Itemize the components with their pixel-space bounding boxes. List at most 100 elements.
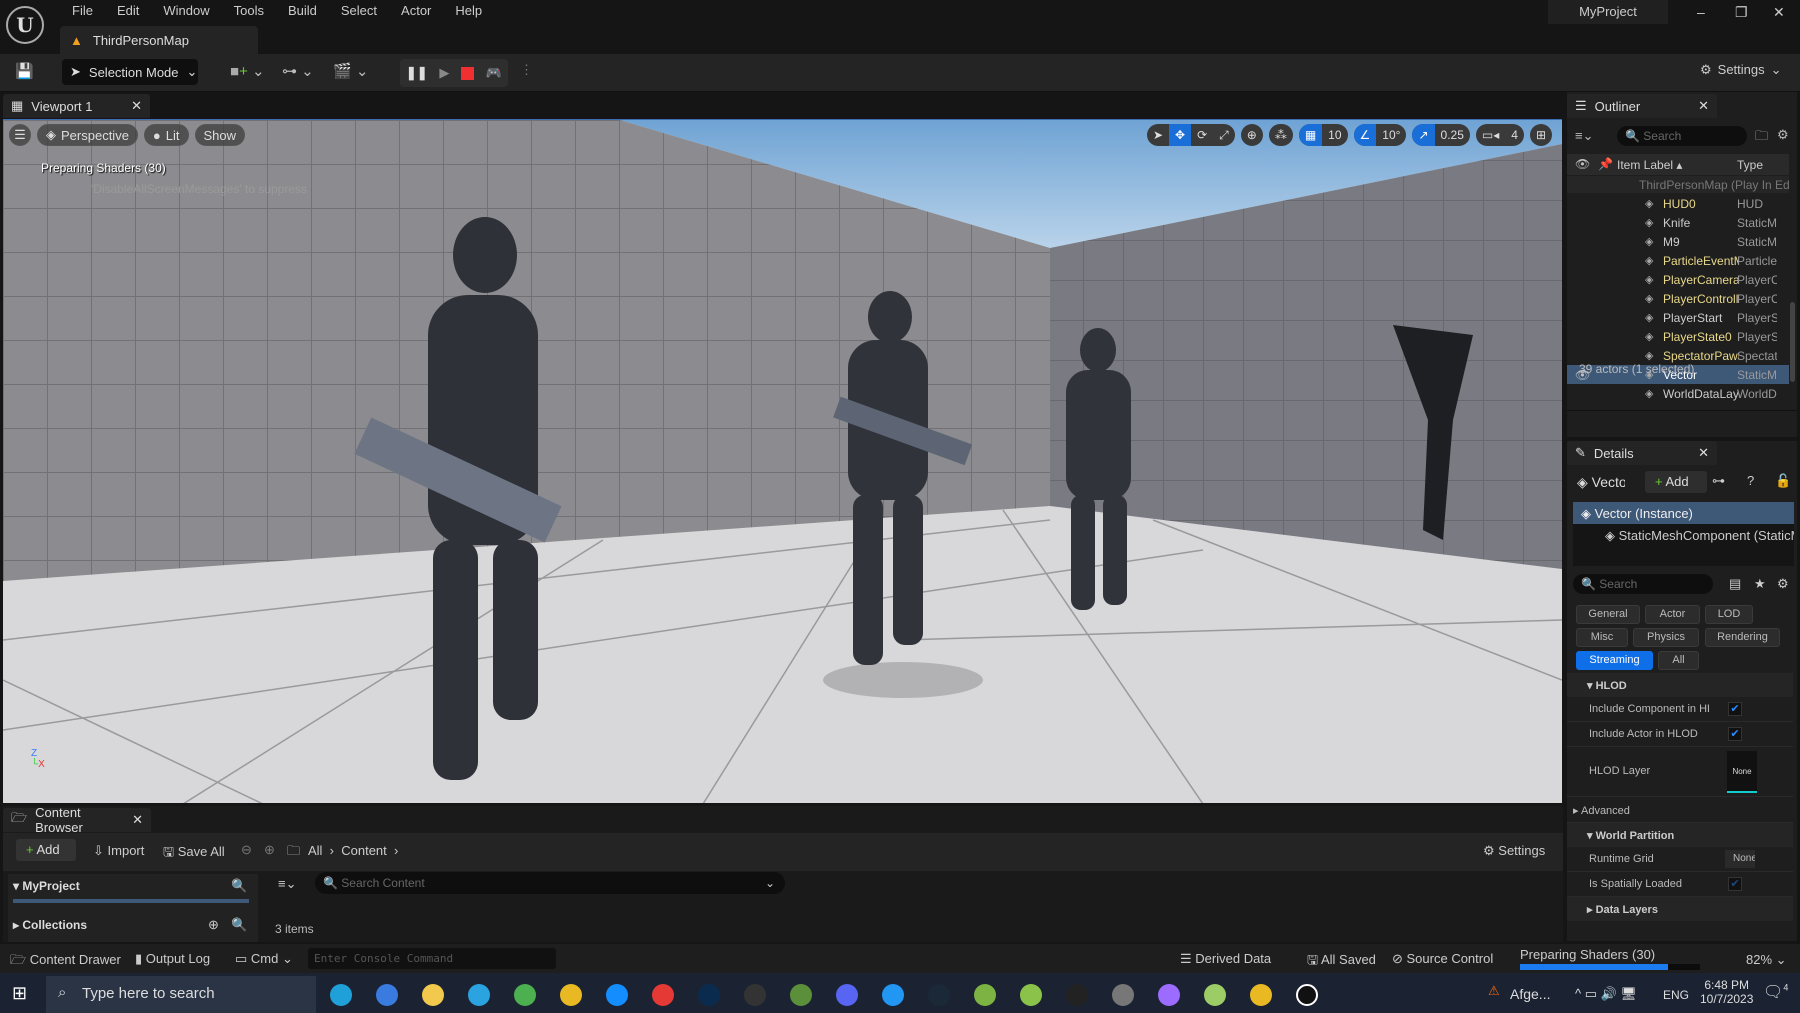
select-tool-icon[interactable]: ➤ [1147, 128, 1169, 142]
outliner-row[interactable]: ◈ WorldDataLayersWorldDataLayers [1567, 384, 1789, 403]
progress-percent[interactable]: 82% ⌄ [1746, 952, 1787, 968]
filter-icon[interactable]: ≡⌄ [1575, 128, 1593, 144]
maximize-viewport-icon[interactable]: ⊞ [1530, 128, 1552, 142]
close-icon[interactable]: ✕ [1773, 4, 1785, 21]
import-button[interactable]: ⇩ Import [93, 843, 144, 859]
scale-tool-icon[interactable]: ⤢ [1213, 128, 1235, 143]
taskbar-battle-net-icon[interactable] [606, 984, 628, 1006]
perspective-button[interactable]: ◈ Perspective [37, 124, 138, 146]
more-options-icon[interactable]: ⋮ [520, 62, 533, 78]
unreal-logo-icon[interactable]: U [6, 6, 44, 44]
menu-edit[interactable]: Edit [105, 3, 151, 19]
help-icon[interactable]: ? [1747, 473, 1754, 488]
scale-snap-value[interactable]: 0.25 [1435, 128, 1470, 142]
weather-icon[interactable]: ⚠ [1488, 983, 1500, 999]
taskbar-discord-icon[interactable] [836, 984, 858, 1006]
table-view-icon[interactable]: ▤ [1729, 576, 1741, 592]
section-advanced[interactable]: ▸ Advanced [1567, 798, 1793, 823]
menu-select[interactable]: Select [329, 3, 389, 19]
outliner-row[interactable]: ◈ PlayerState0 PlayerState [1567, 327, 1789, 346]
all-saved-button[interactable]: 🖫 All Saved [1307, 951, 1376, 973]
menu-build[interactable]: Build [276, 3, 329, 19]
weather-text[interactable]: Afge... [1510, 986, 1550, 1002]
visibility-icon[interactable]: 👁 [1575, 157, 1590, 171]
derived-data-button[interactable]: ☰ Derived Data [1180, 951, 1271, 967]
show-button[interactable]: Show [194, 124, 246, 146]
content-drawer-button[interactable]: 🗁 Content Drawer [10, 951, 121, 973]
project-tree-header[interactable]: ▾ MyProject [13, 879, 80, 893]
settings-button[interactable]: ⚙ Settings ⌄ [1700, 62, 1782, 78]
crumb-all[interactable]: All [308, 843, 322, 858]
include-component-checkbox[interactable]: ✔ [1728, 702, 1742, 716]
component-item[interactable]: ◈ StaticMeshComponent (StaticMeshCompone… [1573, 524, 1794, 544]
cinematics-icon[interactable]: 🎬 ⌄ [333, 62, 368, 80]
cb-add-button[interactable]: + Add [16, 839, 76, 861]
step-icon[interactable]: ▶ [439, 65, 449, 81]
section-data-layers[interactable]: ▸ Data Layers [1567, 897, 1793, 921]
taskbar-app-skull-icon[interactable] [1020, 984, 1042, 1006]
category-misc[interactable]: Misc [1576, 628, 1628, 647]
category-rendering[interactable]: Rendering [1705, 628, 1780, 647]
close-tab-icon[interactable]: ✕ [131, 98, 142, 114]
source-control-button[interactable]: ⊘ Source Control [1392, 951, 1493, 967]
console-command-input[interactable]: Enter Console Command [308, 948, 556, 969]
taskbar-app-circle-icon[interactable] [1112, 984, 1134, 1006]
outliner-row[interactable]: ◈ M9 StaticMeshActor [1567, 232, 1789, 251]
column-item-label[interactable]: Item Label ▴ [1617, 158, 1682, 172]
spatially-loaded-checkbox[interactable]: ✔ [1728, 877, 1742, 891]
taskbar-minecraft-icon[interactable] [790, 984, 812, 1006]
taskbar-edge-icon[interactable] [330, 984, 352, 1006]
pause-icon[interactable]: ❚❚ [406, 65, 428, 81]
outliner-root[interactable]: ThirdPersonMap (Play In Editor) [1567, 176, 1789, 193]
taskbar-xbox-app-icon[interactable] [974, 984, 996, 1006]
level-viewport[interactable]: ☰ ◈ Perspective ● Lit Show ➤ ✥ ⟳ ⤢ ⊕ ⁂ ▦ 10 ∠ 1… [3, 119, 1562, 803]
clock[interactable]: 6:48 PM 10/7/2023 [1700, 978, 1753, 1006]
rotation-snap-icon[interactable]: ∠ [1353, 124, 1377, 146]
taskbar-idm-icon[interactable] [514, 984, 536, 1006]
tab-content-browser[interactable]: 🗁 Content Browser ✕ [3, 805, 151, 835]
menu-tools[interactable]: Tools [222, 3, 276, 19]
close-tab-icon[interactable]: ✕ [1698, 98, 1709, 114]
section-world-partition[interactable]: ▾ World Partition [1567, 823, 1793, 847]
rotation-snap-value[interactable]: 10° [1376, 128, 1406, 142]
output-log-button[interactable]: ▮ Output Log [135, 951, 210, 967]
possess-gamepad-icon[interactable]: 🎮 [486, 65, 502, 81]
taskbar-epic-games-icon[interactable] [1066, 984, 1088, 1006]
minimize-icon[interactable]: – [1697, 4, 1705, 20]
hamburger-menu-icon[interactable]: ☰ [9, 124, 31, 146]
taskbar-steam-icon[interactable] [928, 984, 950, 1006]
include-actor-checkbox[interactable]: ✔ [1728, 727, 1742, 741]
star-icon[interactable]: ★ [1754, 576, 1766, 592]
world-local-icon[interactable]: ⊕ [1241, 128, 1263, 142]
outliner-row[interactable]: ◈ Knife StaticMeshActor [1567, 213, 1789, 232]
category-actor[interactable]: Actor [1645, 605, 1700, 624]
taskbar-unreal-engine-icon[interactable] [1296, 984, 1318, 1006]
lit-button[interactable]: ● Lit [143, 124, 189, 146]
rotate-tool-icon[interactable]: ⟳ [1191, 128, 1213, 142]
taskbar-ubisoft-icon[interactable] [882, 984, 904, 1006]
taskbar-terminal-icon[interactable] [744, 984, 766, 1006]
blueprint-icon[interactable]: ⊶ ⌄ [282, 62, 314, 80]
hlod-layer-picker[interactable]: None [1727, 751, 1757, 793]
category-general[interactable]: General [1576, 605, 1640, 624]
gear-icon[interactable]: ⚙ [1777, 576, 1789, 592]
close-tab-icon[interactable]: ✕ [132, 812, 143, 828]
menu-actor[interactable]: Actor [389, 3, 443, 19]
taskbar-chrome-2-icon[interactable] [1250, 984, 1272, 1006]
grid-snap-icon[interactable]: ▦ [1298, 124, 1323, 146]
taskbar-file-explorer-icon[interactable] [422, 984, 444, 1006]
add-actor-icon[interactable]: ■+ ⌄ [230, 62, 265, 80]
outliner-row[interactable]: ◈ ParticleEventManagerParticleEventManage… [1567, 251, 1789, 270]
search-icon[interactable]: 🔍 [231, 917, 247, 933]
category-lod[interactable]: LOD [1705, 605, 1753, 624]
component-root[interactable]: ◈ Vector (Instance) [1573, 502, 1794, 524]
category-physics[interactable]: Physics [1633, 628, 1699, 647]
back-icon[interactable]: ⊖ [241, 842, 252, 858]
tab-details[interactable]: ✎ Details ✕ [1567, 441, 1717, 465]
stop-icon[interactable] [461, 66, 475, 80]
tab-viewport-1[interactable]: ▦ Viewport 1 ✕ [3, 94, 150, 118]
taskbar-photoshop-icon[interactable] [698, 984, 720, 1006]
menu-window[interactable]: Window [151, 3, 221, 19]
lock-icon[interactable]: 🔓 [1775, 473, 1791, 489]
column-type[interactable]: Type [1737, 158, 1763, 172]
